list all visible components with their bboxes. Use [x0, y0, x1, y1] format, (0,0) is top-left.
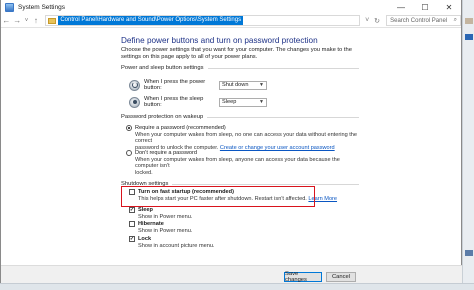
power-button-value: Shut down	[222, 82, 249, 88]
annotation-highlight-box	[121, 186, 315, 207]
folder-icon	[48, 17, 57, 24]
dont-require-password-radio[interactable]	[126, 150, 132, 157]
require-password-desc: When your computer wakes from sleep, no …	[135, 131, 358, 145]
lock-checkbox[interactable]: ✓	[129, 236, 135, 243]
hibernate-checkbox[interactable]	[129, 221, 135, 228]
background-thumbnail	[465, 250, 473, 256]
forward-arrow-icon[interactable]: →	[12, 16, 23, 25]
control-panel-icon	[5, 2, 14, 12]
lock-label: Lock	[138, 236, 152, 242]
sleep-button-row: When I press the sleep button: Sleep ▼	[129, 96, 267, 108]
power-button-icon	[129, 79, 140, 91]
require-password-option[interactable]: Require a password (recommended) When yo…	[126, 125, 361, 151]
address-dropdown-chevron-icon[interactable]: ˅	[362, 17, 372, 24]
save-changes-button[interactable]: Save changes	[284, 271, 322, 283]
lock-desc: Show in account picture menu.	[138, 242, 215, 249]
require-password-label: Require a password (recommended)	[135, 125, 226, 131]
page-title: Define power buttons and turn on passwor…	[121, 36, 318, 45]
section-label: Password protection on wakeup	[121, 114, 204, 120]
hibernate-desc: Show in Power menu.	[138, 227, 193, 234]
dont-require-password-label: Don't require a password	[135, 150, 198, 156]
power-button-row: When I press the power button: Shut down…	[129, 79, 267, 91]
sleep-button-select[interactable]: Sleep ▼	[219, 97, 267, 107]
require-password-radio[interactable]	[126, 125, 132, 132]
hibernate-option[interactable]: Hibernate Show in Power menu.	[129, 221, 349, 234]
close-button[interactable]: ✕	[437, 0, 461, 14]
search-input[interactable]: Search Control Panel ⌕	[386, 15, 461, 26]
title-bar: System Settings — ☐ ✕	[1, 0, 461, 14]
power-button-select[interactable]: Shut down ▼	[219, 80, 267, 90]
background-taskbar	[0, 283, 474, 290]
sleep-label: Sleep	[138, 207, 153, 213]
lock-option[interactable]: ✓ Lock Show in account picture menu.	[129, 236, 349, 249]
search-placeholder: Search Control Panel	[390, 17, 448, 24]
up-arrow-icon[interactable]: ↑	[31, 16, 42, 25]
address-controls: ˅ ↻	[362, 17, 382, 25]
maximize-button[interactable]: ☐	[413, 0, 437, 14]
refresh-icon[interactable]: ↻	[372, 17, 382, 25]
address-field[interactable]: Control Panel\Hardware and Sound\Power O…	[45, 15, 361, 26]
dont-require-password-option[interactable]: Don't require a password When your compu…	[126, 150, 361, 176]
chevron-down-icon: ▼	[259, 99, 264, 105]
address-path[interactable]: Control Panel\Hardware and Sound\Power O…	[58, 16, 244, 25]
recent-locations-chevron-icon[interactable]: ˅	[23, 18, 31, 24]
section-password: Password protection on wakeup	[121, 114, 359, 120]
minimize-button[interactable]: —	[389, 0, 413, 14]
chevron-down-icon: ▼	[259, 82, 264, 88]
dont-require-password-desc-line2: locked.	[135, 169, 153, 176]
back-arrow-icon[interactable]: ←	[1, 16, 12, 25]
section-power-buttons: Power and sleep button settings	[121, 65, 359, 71]
hibernate-label: Hibernate	[138, 221, 164, 227]
sleep-checkbox[interactable]: ✓	[129, 207, 135, 214]
page-description: Choose the power settings that you want …	[121, 47, 352, 61]
sleep-button-value: Sleep	[222, 99, 237, 105]
dont-require-password-desc: When your computer wakes from sleep, any…	[135, 156, 340, 170]
sleep-button-label: When I press the sleep button:	[144, 96, 204, 108]
power-button-label: When I press the power button:	[144, 79, 206, 91]
sleep-button-icon	[129, 96, 140, 108]
section-label: Power and sleep button settings	[121, 65, 204, 71]
search-icon: ⌕	[453, 17, 457, 23]
button-footer: Save changes Cancel	[1, 265, 462, 283]
cancel-button[interactable]: Cancel	[326, 272, 356, 282]
background-desktop	[462, 0, 474, 290]
sleep-desc: Show in Power menu.	[138, 213, 193, 220]
background-thumbnail	[465, 34, 473, 40]
sleep-option[interactable]: ✓ Sleep Show in Power menu.	[129, 207, 349, 220]
window-title: System Settings	[18, 3, 65, 11]
background-thumbnail	[465, 18, 473, 24]
address-bar-row: ← → ˅ ↑ Control Panel\Hardware and Sound…	[1, 14, 461, 28]
system-settings-window: System Settings — ☐ ✕ ← → ˅ ↑ Control Pa…	[0, 0, 462, 283]
